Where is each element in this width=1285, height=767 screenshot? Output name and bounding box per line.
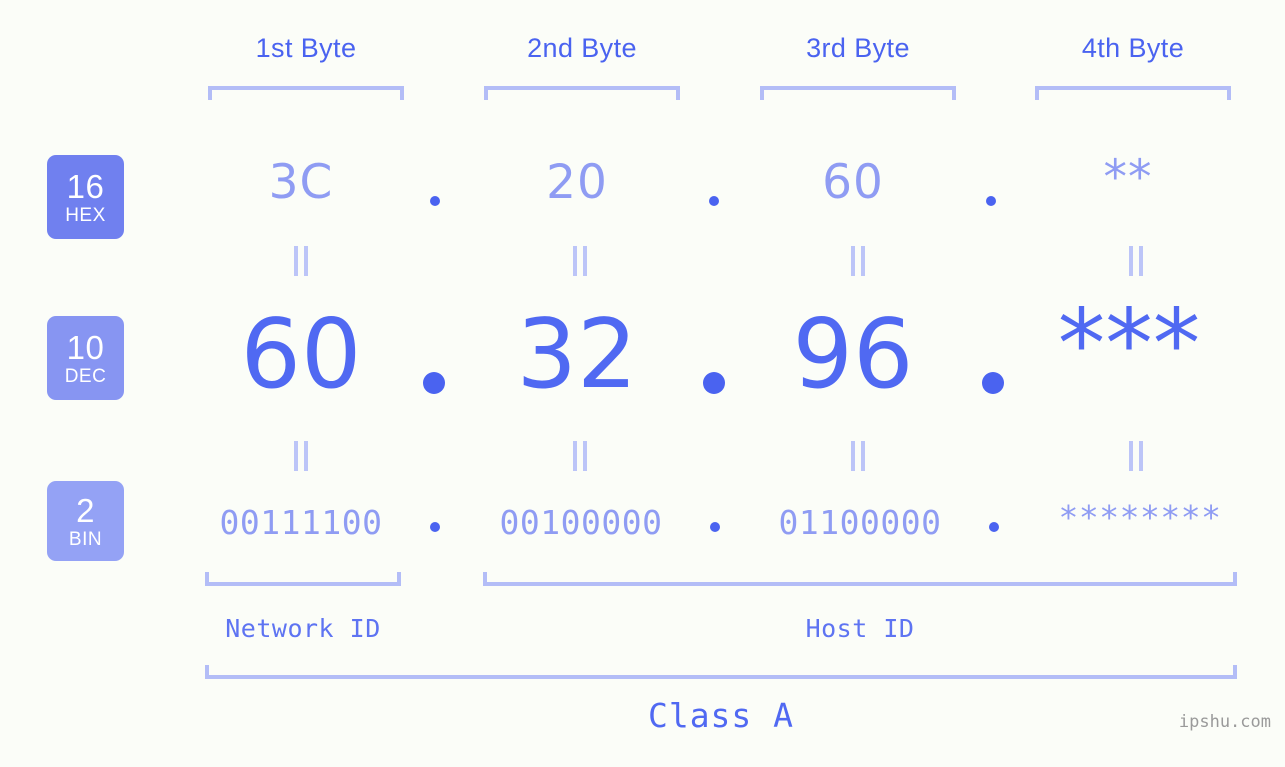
bin-separator-dot-1	[430, 522, 440, 532]
hex-byte-4: **	[1103, 150, 1153, 205]
equality-mark-1	[294, 246, 308, 276]
ip-address-breakdown-diagram: 1st Byte 2nd Byte 3rd Byte 4th Byte 16 H…	[0, 0, 1285, 767]
class-bracket	[205, 665, 1237, 679]
byte-header-label-4: 4th Byte	[1081, 33, 1185, 63]
equality-mark-6	[573, 441, 587, 471]
equality-mark-8	[1129, 441, 1143, 471]
byte-bracket-4	[1035, 86, 1231, 100]
watermark: ipshu.com	[1178, 712, 1271, 732]
hex-byte-3: 60	[822, 155, 884, 210]
hex-byte-1: 3C	[268, 155, 334, 210]
dec-separator-dot-2	[703, 372, 725, 394]
byte-bracket-3	[760, 86, 956, 100]
host-id-bracket	[483, 572, 1237, 586]
byte-header-label-1: 1st Byte	[255, 33, 357, 63]
network-id-label: Network ID	[225, 614, 381, 643]
equality-mark-4	[1129, 246, 1143, 276]
base-badge-bin-number: 2	[76, 491, 95, 529]
base-badge-hex-name: HEX	[65, 204, 106, 226]
dec-byte-2: 32	[516, 300, 638, 410]
hex-separator-dot-3	[986, 196, 996, 206]
bin-byte-3: 01100000	[778, 503, 942, 542]
base-badge-bin: 2 BIN	[47, 481, 124, 561]
bin-byte-2: 00100000	[499, 503, 663, 542]
host-id-label: Host ID	[805, 614, 915, 643]
byte-bracket-1	[208, 86, 404, 100]
base-badge-dec-name: DEC	[64, 365, 107, 387]
dec-separator-dot-3	[982, 372, 1004, 394]
class-label: Class A	[647, 696, 795, 735]
base-badge-hex: 16 HEX	[47, 155, 124, 239]
dec-byte-4: ***	[1057, 290, 1201, 400]
byte-header-label-3: 3rd Byte	[806, 33, 910, 63]
base-badge-hex-number: 16	[66, 167, 105, 205]
hex-byte-2: 20	[546, 155, 608, 210]
bin-separator-dot-3	[989, 522, 999, 532]
network-id-bracket	[205, 572, 401, 586]
equality-mark-7	[851, 441, 865, 471]
base-badge-bin-name: BIN	[68, 528, 103, 550]
byte-header-label-2: 2nd Byte	[527, 33, 637, 63]
base-badge-dec: 10 DEC	[47, 316, 124, 400]
dec-separator-dot-1	[423, 372, 445, 394]
dec-byte-3: 96	[792, 300, 914, 410]
equality-mark-2	[573, 246, 587, 276]
dec-byte-1: 60	[240, 300, 362, 410]
base-badge-dec-number: 10	[66, 328, 105, 366]
byte-bracket-2	[484, 86, 680, 100]
bin-byte-4: ********	[1058, 498, 1222, 537]
hex-separator-dot-2	[709, 196, 719, 206]
equality-mark-3	[851, 246, 865, 276]
bin-byte-1: 00111100	[219, 503, 383, 542]
bin-separator-dot-2	[710, 522, 720, 532]
hex-separator-dot-1	[430, 196, 440, 206]
equality-mark-5	[294, 441, 308, 471]
